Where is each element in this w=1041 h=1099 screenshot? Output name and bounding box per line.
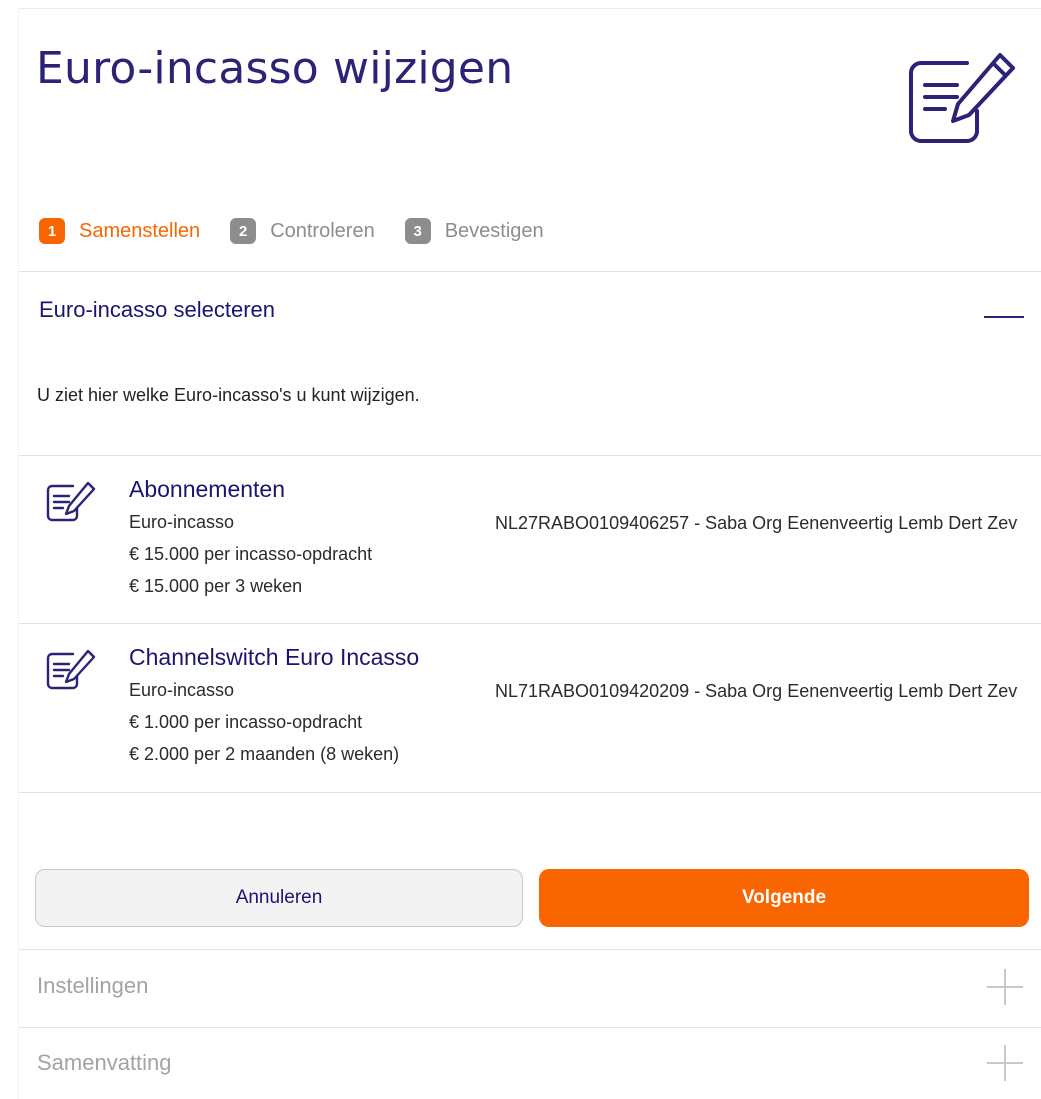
next-button[interactable]: Volgende: [539, 869, 1029, 927]
expand-plus-icon[interactable]: [987, 969, 1023, 1005]
page: Euro-incasso wijzigen 1 Samenstellen 2 C…: [18, 8, 1041, 1099]
item-limit-per-order: € 1.000 per incasso-opdracht: [129, 712, 363, 732]
item-type: Euro-incasso: [129, 512, 235, 532]
cancel-button[interactable]: Annuleren: [35, 869, 523, 927]
header: Euro-incasso wijzigen: [19, 9, 1041, 189]
page-title: Euro-incasso wijzigen: [36, 43, 514, 94]
item-type: Euro-incasso: [129, 680, 235, 700]
document-edit-icon: [909, 53, 1015, 143]
accordion-samenvatting[interactable]: Samenvatting: [37, 1050, 172, 1076]
section-title: Euro-incasso selecteren: [39, 297, 276, 322]
item-limit-per-order: € 15.000 per incasso-opdracht: [129, 544, 373, 564]
expand-plus-icon[interactable]: [987, 1045, 1023, 1081]
item-limit-period: € 15.000 per 3 weken: [129, 576, 303, 596]
step-number: 1: [39, 218, 65, 244]
step-bevestigen: 3 Bevestigen: [404, 218, 544, 244]
item-name[interactable]: Abonnementen: [129, 476, 285, 503]
step-number: 2: [230, 218, 257, 244]
item-limit-period: € 2.000 per 2 maanden (8 weken): [129, 744, 400, 764]
item-name[interactable]: Channelswitch Euro Incasso: [129, 644, 419, 671]
accordion-instellingen[interactable]: Instellingen: [37, 973, 148, 999]
collapse-button[interactable]: [984, 307, 1024, 327]
step-controleren: 2 Controleren: [230, 218, 375, 244]
list-item[interactable]: Channelswitch Euro Incasso Euro-incasso …: [19, 624, 1041, 792]
document-edit-icon: [46, 481, 96, 522]
list-item[interactable]: Abonnementen Euro-incasso € 15.000 per i…: [19, 456, 1041, 624]
divider: [19, 949, 1041, 950]
stepper: 1 Samenstellen 2 Controleren 3 Bevestige…: [39, 213, 574, 249]
step-label: Samenstellen: [79, 219, 201, 242]
document-edit-icon: [46, 649, 96, 690]
divider: [19, 271, 1041, 272]
divider: [19, 792, 1041, 793]
item-account: NL71RABO0109420209 - Saba Org Eenenveert…: [495, 681, 1018, 701]
step-label: Bevestigen: [444, 219, 544, 242]
divider: [19, 1027, 1041, 1028]
item-account: NL27RABO0109406257 - Saba Org Eenenveert…: [495, 513, 1018, 533]
minus-icon: [984, 316, 1024, 318]
section-intro: U ziet hier welke Euro-incasso's u kunt …: [37, 385, 420, 405]
step-number: 3: [404, 218, 431, 244]
step-label: Controleren: [270, 219, 375, 242]
step-samenstellen: 1 Samenstellen: [39, 218, 200, 244]
